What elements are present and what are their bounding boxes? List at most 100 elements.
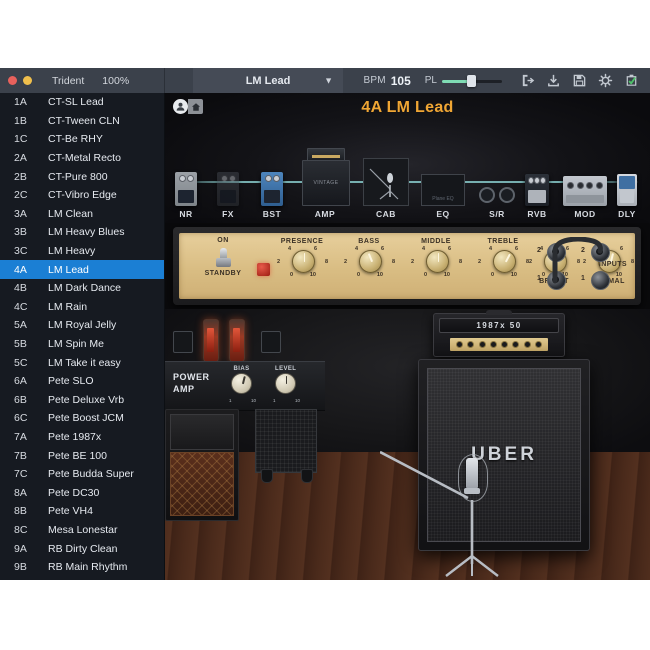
save-icon[interactable] <box>570 72 588 90</box>
preset-id: 3A <box>14 208 48 220</box>
patch-cable <box>537 237 629 295</box>
knob-treble-dial[interactable] <box>493 250 516 273</box>
preset-row[interactable]: 6BPete Deluxe Vrb <box>0 391 164 410</box>
preset-row[interactable]: 1ACT-SL Lead <box>0 93 164 112</box>
power-indicator-led <box>257 263 270 276</box>
preset-row[interactable]: 8BPete VH4 <box>0 502 164 521</box>
preset-row[interactable]: 8APete DC30 <box>0 483 164 502</box>
preset-name: CT-Metal Recto <box>48 152 121 164</box>
chain-label-eq: EQ <box>436 209 449 219</box>
preset-name: Pete BE 100 <box>48 450 107 462</box>
preset-row[interactable]: 4BLM Dark Dance <box>0 279 164 298</box>
preset-row[interactable]: 5BLM Spin Me <box>0 335 164 354</box>
microphone-stand[interactable] <box>380 444 590 580</box>
preset-list-sidebar[interactable]: 1ACT-SL Lead1BCT-Tween CLN1CCT-Be RHY2AC… <box>0 93 165 580</box>
chain-module-dly[interactable]: DLY <box>617 174 637 219</box>
chain-label-nr: NR <box>179 209 192 219</box>
knob-bass[interactable]: BASS 4 6 2 8 0 10 <box>344 238 394 286</box>
preset-name: Pete VH4 <box>48 505 93 517</box>
scale-min: 0 <box>491 272 494 278</box>
amp-head-1987x[interactable]: 1987x 50 <box>433 313 565 357</box>
preset-id: 7C <box>14 468 48 480</box>
vintage-cabinet[interactable] <box>165 409 239 521</box>
preset-row[interactable]: 5CLM Take it easy <box>0 353 164 372</box>
chain-module-sr[interactable]: S/R <box>477 184 517 219</box>
import-icon[interactable] <box>544 72 562 90</box>
fx-pedal-icon <box>217 172 239 206</box>
preset-row[interactable]: 8CMesa Lonestar <box>0 521 164 540</box>
preset-row[interactable]: 3BLM Heavy Blues <box>0 223 164 242</box>
eq-art-text: Plane EQ <box>432 196 453 202</box>
preset-row[interactable]: 2CCT-Vibro Edge <box>0 186 164 205</box>
chain-module-eq[interactable]: Plane EQ EQ <box>421 174 465 219</box>
chain-module-rvb[interactable]: RVB <box>525 174 549 219</box>
amp-panel-face: ON STANDBY PRESENCE 4 6 2 8 0 <box>179 233 635 299</box>
preset-id: 4B <box>14 282 48 294</box>
preset-row[interactable]: 7BPete BE 100 <box>0 446 164 465</box>
preset-row[interactable]: 6CPete Boost JCM <box>0 409 164 428</box>
preset-row[interactable]: 5ALM Royal Jelly <box>0 316 164 335</box>
preset-row[interactable]: 9BRB Main Rhythm <box>0 558 164 577</box>
preset-id: 6C <box>14 412 48 424</box>
preset-row[interactable]: 9ARB Dirty Clean <box>0 539 164 558</box>
preset-id: 8B <box>14 505 48 517</box>
preset-list: 1ACT-SL Lead1BCT-Tween CLN1CCT-Be RHY2AC… <box>0 93 164 576</box>
chain-module-mod[interactable]: MOD <box>563 176 607 219</box>
preset-row[interactable]: 4ALM Lead <box>0 260 164 279</box>
pl-slider-handle[interactable] <box>467 75 476 87</box>
preset-row[interactable]: 3CLM Heavy <box>0 242 164 261</box>
preset-row[interactable]: 1BCT-Tween CLN <box>0 112 164 131</box>
chain-module-amp[interactable]: VINTAGE AMP <box>302 148 348 219</box>
chain-module-nr[interactable]: NR <box>175 172 197 219</box>
preset-row[interactable]: 6APete SLO <box>0 372 164 391</box>
chain-module-bst[interactable]: BST <box>261 172 283 219</box>
minimize-window-dot[interactable] <box>23 76 32 85</box>
scale-2: 2 <box>529 259 532 265</box>
power-amp-panel: POWER AMP BIAS LEVEL 1 10 1 10 <box>165 361 325 411</box>
scale-min: 0 <box>290 272 293 278</box>
zoom-level-label[interactable]: 100% <box>102 75 129 87</box>
level-dial[interactable] <box>275 373 296 394</box>
power-amp-bias[interactable]: BIAS <box>231 366 252 394</box>
knob-treble-label: TREBLE <box>488 238 519 246</box>
preset-name: LM Royal Jelly <box>48 319 116 331</box>
preset-row[interactable]: 2ACT-Metal Recto <box>0 149 164 168</box>
knob-presence-dial[interactable] <box>292 250 315 273</box>
preset-selector[interactable]: LM Lead ▼ <box>193 68 343 93</box>
preset-row[interactable]: 3ALM Clean <box>0 205 164 224</box>
preset-row[interactable]: 2BCT-Pure 800 <box>0 167 164 186</box>
chain-module-cab[interactable]: CAB <box>363 158 409 219</box>
knob-middle-dial[interactable] <box>426 250 449 273</box>
preset-name: Pete Budda Super <box>48 468 134 480</box>
license-dongle-icon[interactable] <box>622 72 640 90</box>
scale-2: 2 <box>478 259 481 265</box>
knob-middle[interactable]: MIDDLE 4 6 2 8 0 10 <box>411 238 461 286</box>
chain-module-fx[interactable]: FX <box>217 172 239 219</box>
bpm-value[interactable]: 105 <box>391 74 411 88</box>
standby-switch-group[interactable]: ON STANDBY <box>195 237 251 278</box>
preset-row[interactable]: 7APete 1987x <box>0 428 164 447</box>
knob-treble[interactable]: TREBLE 4 6 2 8 0 10 <box>478 238 528 286</box>
preset-name: LM Heavy Blues <box>48 226 124 238</box>
scale-6: 6 <box>448 246 451 252</box>
power-on-label: ON <box>217 237 229 245</box>
knob-presence[interactable]: PRESENCE 4 6 2 8 0 10 <box>277 238 327 286</box>
preset-row[interactable]: 7CPete Budda Super <box>0 465 164 484</box>
standby-toggle[interactable] <box>216 248 231 267</box>
preset-name: Pete Deluxe Vrb <box>48 394 124 406</box>
knob-bass-dial[interactable] <box>359 250 382 273</box>
export-icon[interactable] <box>518 72 536 90</box>
settings-gear-icon[interactable] <box>596 72 614 90</box>
preset-row[interactable]: 4CLM Rain <box>0 298 164 317</box>
amp-head-badge: 1987x 50 <box>439 318 559 333</box>
preset-row[interactable]: 1CCT-Be RHY <box>0 130 164 149</box>
power-amp-level[interactable]: LEVEL <box>275 366 296 394</box>
preset-name: LM Heavy <box>48 245 95 257</box>
signal-chain-bar: 4A LM Lead NR <box>165 93 650 223</box>
standby-label: STANDBY <box>205 270 242 278</box>
bias-dial[interactable] <box>231 373 252 394</box>
pl-slider[interactable] <box>442 74 502 88</box>
close-window-dot[interactable] <box>8 76 17 85</box>
power-tube-1 <box>203 319 219 363</box>
scale-max: 10 <box>511 272 517 278</box>
